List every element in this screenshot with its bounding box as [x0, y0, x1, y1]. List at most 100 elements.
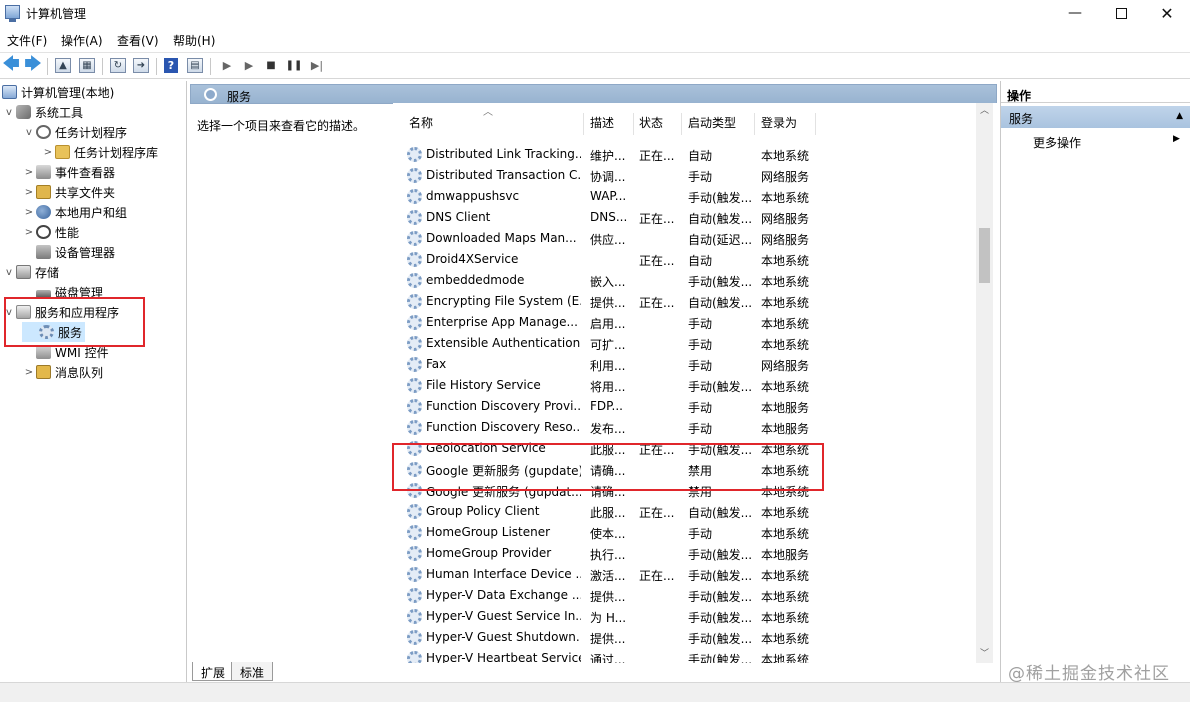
back-arrow-icon[interactable]: 🡄	[2, 54, 20, 74]
menu-help[interactable]: 帮助(H)	[173, 32, 215, 49]
service-log-on-as: 本地服务	[761, 548, 810, 562]
menu-bar: 文件(F) 操作(A) 查看(V) 帮助(H)	[0, 29, 1190, 51]
tree-item-computer-management[interactable]: 计算机管理(本地)	[2, 82, 114, 102]
service-row[interactable]: Fax 利用... 手动 网络服务	[393, 354, 973, 375]
chevron-right-icon[interactable]: >	[22, 207, 36, 218]
help-icon[interactable]: ?	[164, 58, 178, 73]
tree-item-event-viewer[interactable]: > 事件查看器	[22, 162, 115, 182]
services-header-title: 服务	[227, 90, 252, 104]
column-divider[interactable]	[815, 113, 816, 135]
status-bar	[0, 682, 1190, 702]
tree-item-device-manager[interactable]: 设备管理器	[22, 242, 115, 262]
column-divider[interactable]	[754, 113, 755, 135]
chevron-down-icon[interactable]: v	[2, 107, 16, 118]
column-divider[interactable]	[681, 113, 682, 135]
service-row[interactable]: Hyper-V Guest Service In... 为 H... 手动(触发..…	[393, 606, 973, 627]
service-row[interactable]: Downloaded Maps Man... 供应... 自动(延迟... 网络服务	[393, 228, 973, 249]
chevron-down-icon[interactable]: v	[22, 127, 36, 138]
service-name: Enterprise App Manage...	[426, 315, 578, 329]
scroll-thumb[interactable]	[979, 228, 990, 283]
column-header-startup-type[interactable]: 启动类型	[688, 114, 736, 131]
tree-item-performance[interactable]: > 性能	[22, 222, 79, 242]
actions-section-label: 服务	[1009, 112, 1034, 126]
service-row[interactable]: Extensible Authentication... 可扩... 手动 本地系统	[393, 333, 973, 354]
actions-section-services[interactable]: 服务 ▲	[1001, 106, 1190, 128]
service-row[interactable]: HomeGroup Provider 执行... 手动(触发... 本地服务	[393, 543, 973, 564]
service-row[interactable]: embeddedmode 嵌入... 手动(触发... 本地系统	[393, 270, 973, 291]
tree-item-message-queuing[interactable]: > 消息队列	[22, 362, 103, 382]
forward-arrow-icon[interactable]: 🡆	[24, 54, 42, 74]
service-row[interactable]: Distributed Transaction C... 协调... 手动 网络服务	[393, 165, 973, 186]
service-row[interactable]: Encrypting File System (E... 提供... 正在... 自动…	[393, 291, 973, 312]
column-divider[interactable]	[633, 113, 634, 135]
up-folder-icon[interactable]: ▲	[55, 58, 71, 73]
export-list-icon[interactable]: ➜	[133, 58, 149, 73]
menu-file[interactable]: 文件(F)	[7, 32, 47, 49]
start-service-icon[interactable]: ▶	[218, 57, 236, 74]
tree-item-shared-folders[interactable]: > 共享文件夹	[22, 182, 115, 202]
service-row[interactable]: DNS Client DNS... 正在... 自动(触发... 网络服务	[393, 207, 973, 228]
tree-item-label: 计算机管理(本地)	[21, 85, 115, 100]
column-header-log-on-as[interactable]: 登录为	[761, 114, 797, 131]
collapse-triangle-icon[interactable]: ▲	[1176, 111, 1183, 121]
service-row[interactable]: Hyper-V Guest Shutdown... 提供... 手动(触发... 本地…	[393, 627, 973, 648]
service-row[interactable]: Human Interface Device ... 激活... 正在... 手动(触…	[393, 564, 973, 585]
chevron-right-icon[interactable]: >	[41, 147, 55, 158]
close-button[interactable]: ✕	[1144, 0, 1190, 26]
tab-extended[interactable]: 扩展	[192, 662, 235, 681]
tree-item-storage[interactable]: v 存储	[2, 262, 59, 282]
service-name: Hyper-V Guest Service In...	[426, 609, 581, 623]
minimize-button[interactable]: —	[1052, 0, 1098, 26]
service-status: 正在...	[639, 506, 675, 520]
service-row[interactable]: Function Discovery Reso... 发布... 手动 本地服务	[393, 417, 973, 438]
pause-service-icon[interactable]: ❚❚	[285, 57, 303, 74]
service-row[interactable]: Hyper-V Data Exchange ... 提供... 手动(触发... 本地…	[393, 585, 973, 606]
service-row[interactable]: Distributed Link Tracking... 维护... 正在... 自动…	[393, 144, 973, 165]
service-gear-icon	[407, 294, 422, 309]
chevron-right-icon[interactable]: >	[22, 187, 36, 198]
tree-item-local-users-groups[interactable]: > 本地用户和组	[22, 202, 127, 222]
service-row[interactable]: Enterprise App Manage... 启用... 手动 本地系统	[393, 312, 973, 333]
service-name: HomeGroup Listener	[426, 525, 551, 539]
service-row[interactable]: HomeGroup Listener 使本... 手动 本地系统	[393, 522, 973, 543]
highlight-box-google-update-services	[392, 443, 824, 491]
tree-item-task-scheduler[interactable]: v 任务计划程序	[22, 122, 127, 142]
chevron-right-icon[interactable]: >	[22, 227, 36, 238]
start-service-alt-icon[interactable]: ▶	[240, 57, 258, 74]
show-tree-icon[interactable]: ▦	[79, 58, 95, 73]
chevron-right-icon[interactable]: >	[22, 367, 36, 378]
shared-folder-icon	[36, 185, 51, 199]
vertical-scrollbar[interactable]: ︿ ﹀	[976, 103, 993, 663]
chevron-down-icon[interactable]: v	[2, 267, 16, 278]
resume-service-icon[interactable]: ▶|	[308, 57, 326, 74]
tab-standard[interactable]: 标准	[231, 662, 274, 681]
clock-icon	[36, 125, 51, 139]
tree-item-system-tools[interactable]: v 系统工具	[2, 102, 83, 122]
stop-service-icon[interactable]: ■	[262, 57, 280, 74]
services-list[interactable]: ︿ 名称 描述 状态 启动类型 登录为 Distributed Link Tra…	[393, 103, 997, 663]
scroll-up-arrow-icon[interactable]: ︿	[976, 103, 993, 120]
service-row[interactable]: dmwappushsvc WAP... 手动(触发... 本地系统	[393, 186, 973, 207]
service-startup-type: 手动(触发...	[688, 275, 752, 289]
service-description: 选择一个项目来查看它的描述。	[197, 119, 366, 133]
service-row[interactable]: Group Policy Client 此服... 正在... 自动(触发... 本地系…	[393, 501, 973, 522]
tree-item-task-scheduler-library[interactable]: > 任务计划程序库	[41, 142, 158, 162]
submenu-arrow-icon[interactable]: ▶	[1173, 134, 1180, 144]
column-divider[interactable]	[583, 113, 584, 135]
column-header-name[interactable]: 名称	[409, 114, 433, 131]
menu-view[interactable]: 查看(V)	[117, 32, 159, 49]
tree-item-label: 事件查看器	[55, 165, 116, 180]
service-row[interactable]: File History Service 将用... 手动(触发... 本地系统	[393, 375, 973, 396]
more-actions-link[interactable]: 更多操作	[1033, 134, 1081, 151]
menu-action[interactable]: 操作(A)	[61, 32, 103, 49]
properties-icon[interactable]: ▤	[187, 58, 203, 73]
column-header-status[interactable]: 状态	[639, 114, 663, 131]
service-name: File History Service	[426, 378, 541, 392]
maximize-button[interactable]	[1098, 0, 1144, 26]
chevron-right-icon[interactable]: >	[22, 167, 36, 178]
service-log-on-as: 本地服务	[761, 422, 810, 436]
service-row[interactable]: Droid4XService 正在... 自动 本地系统	[393, 249, 973, 270]
service-row[interactable]: Function Discovery Provi... FDP... 手动 本地服务	[393, 396, 973, 417]
column-header-description[interactable]: 描述	[590, 114, 614, 131]
refresh-icon[interactable]: ↻	[110, 58, 126, 73]
